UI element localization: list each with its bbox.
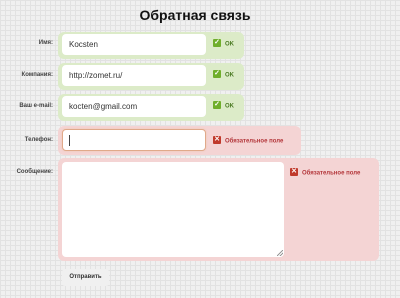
phone-status-text: Обязательное поле: [225, 138, 284, 145]
company-status-text: OK: [225, 72, 234, 79]
email-status-text: OK: [225, 103, 234, 110]
resize-handle[interactable]: [277, 250, 283, 256]
form-title: Обратная связь: [139, 7, 251, 23]
message-label: Сообщение:: [16, 169, 53, 175]
text-cursor: [69, 135, 70, 146]
cross-icon: ✕: [213, 136, 221, 144]
name-label: Имя:: [38, 40, 53, 46]
name-status-text: OK: [225, 41, 234, 48]
company-status: ✓ OK: [213, 70, 234, 79]
checkmark-icon: ✓: [213, 70, 221, 78]
message-status-text: Обязательное поле: [302, 170, 361, 177]
message-status: ✕ Обязательное поле: [290, 168, 361, 177]
company-label: Компания:: [21, 72, 53, 78]
email-status: ✓ OK: [213, 101, 234, 110]
email-input[interactable]: kocten@gmail.com: [62, 96, 206, 117]
message-textarea[interactable]: [62, 162, 284, 257]
checkmark-icon: ✓: [213, 39, 221, 47]
phone-input[interactable]: [62, 129, 206, 151]
phone-label: Телефон:: [24, 137, 53, 143]
name-status: ✓ OK: [213, 39, 234, 48]
email-label: Ваш e-mail:: [19, 103, 53, 109]
checkmark-icon: ✓: [213, 101, 221, 109]
company-input[interactable]: http://zomet.ru/: [62, 65, 206, 86]
cross-icon: ✕: [290, 168, 298, 176]
submit-button[interactable]: Отправить: [62, 269, 109, 286]
name-input[interactable]: Kocsten: [62, 34, 206, 55]
phone-status: ✕ Обязательное поле: [213, 136, 284, 145]
